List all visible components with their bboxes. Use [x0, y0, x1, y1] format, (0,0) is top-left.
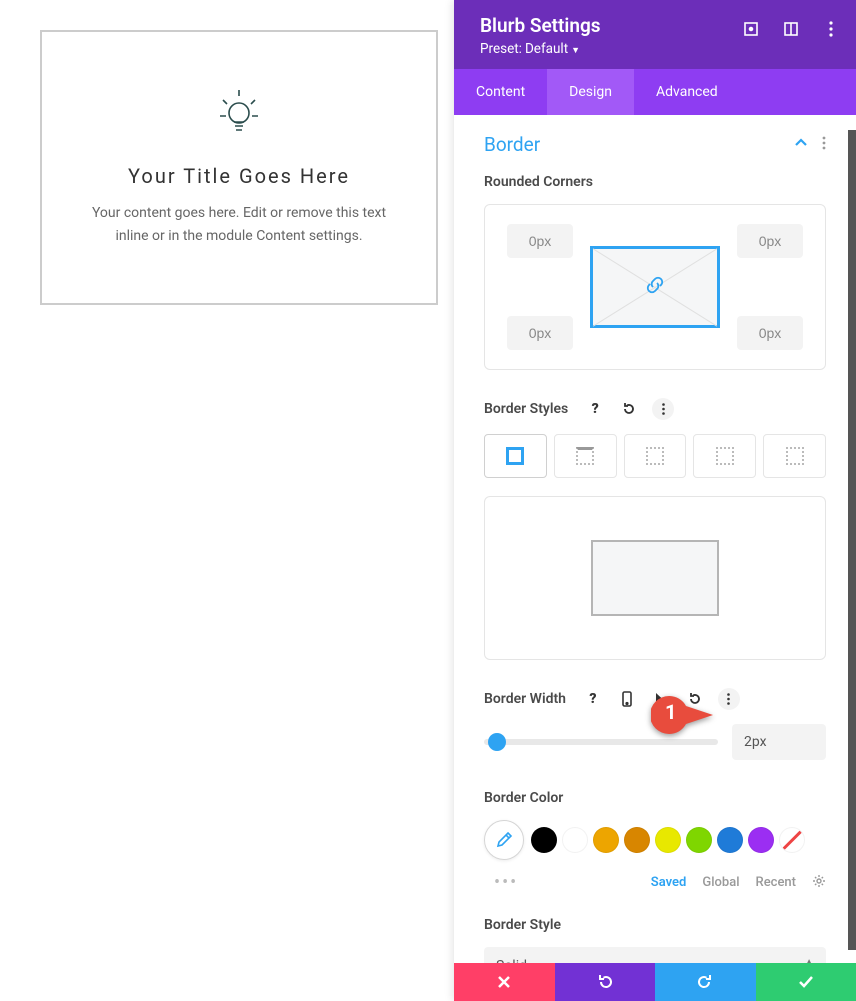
- section-border-title[interactable]: Border: [484, 133, 540, 156]
- color-swatch[interactable]: [562, 827, 588, 853]
- tab-design[interactable]: Design: [547, 69, 634, 115]
- border-styles-label: Border Styles: [484, 401, 568, 417]
- options-icon[interactable]: [718, 688, 740, 710]
- save-button[interactable]: [756, 963, 856, 1001]
- color-swatch[interactable]: [717, 827, 743, 853]
- border-style-bottom[interactable]: [693, 434, 756, 478]
- blurb-module-preview[interactable]: Your Title Goes Here Your content goes h…: [40, 30, 438, 305]
- border-width-slider[interactable]: [484, 739, 718, 745]
- color-swatch[interactable]: [686, 827, 712, 853]
- slider-thumb[interactable]: [488, 733, 506, 751]
- redo-button[interactable]: [655, 963, 756, 1001]
- hover-icon[interactable]: [650, 688, 672, 710]
- color-picker-button[interactable]: [484, 820, 524, 860]
- help-icon[interactable]: ?: [584, 398, 606, 420]
- palette-tab-recent[interactable]: Recent: [756, 875, 796, 890]
- close-button[interactable]: [454, 963, 555, 1001]
- border-styles-selector: [484, 434, 826, 478]
- corner-link-toggle[interactable]: [590, 246, 720, 328]
- settings-panel: Blurb Settings Preset: Default ▼ Content…: [454, 0, 856, 1001]
- border-style-all[interactable]: [484, 434, 547, 478]
- corner-bottom-left-input[interactable]: [507, 316, 573, 350]
- scrollbar[interactable]: [848, 130, 856, 950]
- corner-bottom-right-input[interactable]: [737, 316, 803, 350]
- border-color-label: Border Color: [484, 790, 826, 806]
- select-arrows-icon: ▲▼: [804, 959, 814, 963]
- corner-top-left-input[interactable]: [507, 224, 573, 258]
- panel-body: Border Rounded Corners: [454, 115, 856, 963]
- color-swatch[interactable]: [624, 827, 650, 853]
- preset-label: Preset:: [480, 41, 522, 57]
- rounded-corners-control: [484, 204, 826, 370]
- border-style-value: Solid: [484, 947, 826, 963]
- palette-tab-saved[interactable]: Saved: [651, 875, 687, 890]
- tab-advanced[interactable]: Advanced: [634, 69, 740, 115]
- panel-footer: [454, 963, 856, 1001]
- rounded-corners-label: Rounded Corners: [484, 174, 826, 190]
- color-swatch-none[interactable]: [779, 827, 805, 853]
- border-width-input[interactable]: 2px: [732, 724, 826, 760]
- more-colors-icon[interactable]: •••: [494, 872, 518, 893]
- palette-tab-global[interactable]: Global: [702, 875, 739, 890]
- help-icon[interactable]: ?: [582, 688, 604, 710]
- border-preview-rect: [591, 540, 719, 616]
- lightbulb-icon: [216, 86, 262, 142]
- palette-settings-icon[interactable]: [812, 874, 826, 892]
- link-icon: [645, 275, 665, 299]
- border-style-top[interactable]: [554, 434, 617, 478]
- border-style-left[interactable]: [763, 434, 826, 478]
- color-swatches: [484, 820, 826, 860]
- panel-tabs: Content Design Advanced: [454, 69, 856, 115]
- color-swatch[interactable]: [655, 827, 681, 853]
- border-style-select[interactable]: Solid ▲▼: [484, 947, 826, 963]
- reset-icon[interactable]: [618, 398, 640, 420]
- options-icon[interactable]: [652, 398, 674, 420]
- tab-content[interactable]: Content: [454, 69, 547, 115]
- expand-icon[interactable]: [742, 20, 760, 38]
- collapse-icon[interactable]: [794, 135, 808, 154]
- panel-header: Blurb Settings Preset: Default ▼: [454, 0, 856, 69]
- preset-dropdown[interactable]: Preset: Default ▼: [480, 41, 830, 57]
- border-preview: [484, 496, 826, 660]
- undo-button[interactable]: [555, 963, 656, 1001]
- color-swatch[interactable]: [748, 827, 774, 853]
- module-title[interactable]: Your Title Goes Here: [128, 164, 350, 188]
- reset-icon[interactable]: [684, 688, 706, 710]
- responsive-icon[interactable]: [616, 688, 638, 710]
- border-width-label: Border Width: [484, 691, 566, 707]
- columns-icon[interactable]: [782, 20, 800, 38]
- border-style-label: Border Style: [484, 917, 826, 933]
- preset-value: Default: [525, 41, 568, 57]
- module-content[interactable]: Your content goes here. Edit or remove t…: [79, 202, 399, 248]
- border-style-right[interactable]: [624, 434, 687, 478]
- canvas-area: Your Title Goes Here Your content goes h…: [0, 0, 454, 1001]
- color-swatch[interactable]: [531, 827, 557, 853]
- caret-down-icon: ▼: [571, 45, 580, 56]
- more-icon[interactable]: [822, 20, 840, 38]
- color-swatch[interactable]: [593, 827, 619, 853]
- section-more-icon[interactable]: [822, 135, 826, 154]
- corner-top-right-input[interactable]: [737, 224, 803, 258]
